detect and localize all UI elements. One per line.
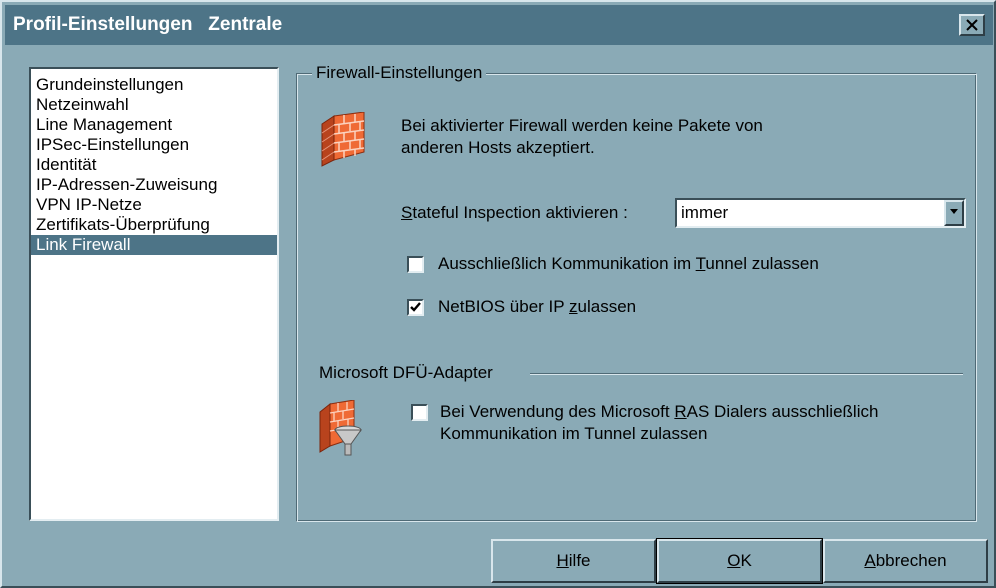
firewall-funnel-icon — [319, 400, 362, 456]
sidebar-item-netzeinwahl[interactable]: Netzeinwahl — [31, 95, 277, 115]
firewall-description-line1: Bei aktivierter Firewall werden keine Pa… — [401, 116, 763, 135]
stateful-inspection-dropdown-button[interactable] — [944, 200, 964, 226]
stateful-inspection-select[interactable]: immer — [675, 198, 966, 228]
help-button[interactable]: Hilfe — [491, 539, 656, 583]
sidebar-item-ipsec-einstellungen[interactable]: IPSec-Einstellungen — [31, 135, 277, 155]
ok-button[interactable]: OK — [656, 538, 823, 584]
sidebar-item-vpn-ip-netze[interactable]: VPN IP-Netze — [31, 195, 277, 215]
sidebar-item-link-firewall[interactable]: Link Firewall — [31, 235, 277, 255]
chevron-down-icon — [950, 209, 958, 214]
title-bar[interactable]: Profil-Einstellungen Zentrale — [5, 5, 993, 45]
firewall-description: Bei aktivierter Firewall werden keine Pa… — [401, 115, 941, 159]
stateful-inspection-label: Stateful Inspection aktivieren : — [401, 203, 628, 222]
sidebar-item-grundeinstellungen[interactable]: Grundeinstellungen — [31, 75, 277, 95]
section-divider — [530, 373, 963, 375]
settings-category-list[interactable]: Grundeinstellungen Netzeinwahl Line Mana… — [29, 67, 279, 521]
sidebar-item-identitaet[interactable]: Identität — [31, 155, 277, 175]
ras-dialer-label[interactable]: Bei Verwendung des Microsoft RAS Dialers… — [440, 401, 878, 445]
netbios-label[interactable]: NetBIOS über IP zulassen — [438, 296, 636, 318]
profile-settings-dialog: Profil-Einstellungen Zentrale Grundeinst… — [0, 0, 996, 588]
firewall-description-line2: anderen Hosts akzeptiert. — [401, 138, 595, 157]
close-button[interactable] — [959, 14, 985, 36]
dfu-adapter-section-title: Microsoft DFÜ-Adapter — [319, 363, 493, 382]
sidebar-item-zertifikats-ueberpruefung[interactable]: Zertifikats-Überprüfung — [31, 215, 277, 235]
tunnel-only-label[interactable]: Ausschließlich Kommunikation im Tunnel z… — [438, 253, 819, 275]
sidebar-item-ip-adressen-zuweisung[interactable]: IP-Adressen-Zuweisung — [31, 175, 277, 195]
window-title: Profil-Einstellungen Zentrale — [13, 14, 283, 35]
stateful-inspection-value: immer — [681, 203, 729, 222]
netbios-checkbox[interactable] — [407, 299, 424, 316]
checkmark-icon — [410, 302, 421, 312]
tunnel-only-checkbox[interactable] — [407, 256, 424, 273]
cancel-button[interactable]: Abbrechen — [823, 539, 988, 583]
ras-dialer-checkbox[interactable] — [411, 404, 428, 421]
close-icon — [966, 19, 978, 31]
firewall-brick-icon — [321, 112, 365, 167]
sidebar-item-line-management[interactable]: Line Management — [31, 115, 277, 135]
firewall-settings-title: Firewall-Einstellungen — [312, 62, 487, 84]
